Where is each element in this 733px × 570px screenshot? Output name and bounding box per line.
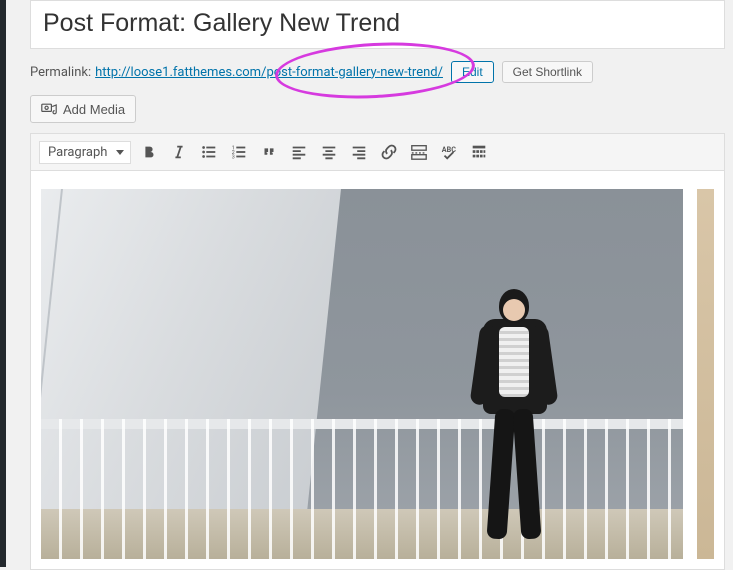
toolbar-toggle-button[interactable] bbox=[467, 140, 491, 164]
edit-permalink-button[interactable]: Edit bbox=[451, 61, 494, 83]
camera-music-icon bbox=[41, 101, 57, 117]
editor-toolbar: Paragraph 123 bbox=[31, 134, 724, 171]
block-format-value: Paragraph bbox=[48, 145, 107, 160]
insert-link-button[interactable] bbox=[377, 140, 401, 164]
permalink-label: Permalink: bbox=[30, 65, 91, 80]
image-person-shape bbox=[461, 289, 571, 549]
insert-more-button[interactable] bbox=[407, 140, 431, 164]
post-title-input[interactable] bbox=[43, 9, 712, 38]
get-shortlink-button[interactable]: Get Shortlink bbox=[502, 61, 593, 83]
bold-button[interactable] bbox=[137, 140, 161, 164]
admin-sidebar-edge bbox=[0, 0, 6, 567]
block-format-select[interactable]: Paragraph bbox=[39, 141, 131, 164]
permalink-row: Permalink: http://loose1.fatthemes.com/p… bbox=[30, 61, 725, 83]
align-center-button[interactable] bbox=[317, 140, 341, 164]
unordered-list-button[interactable] bbox=[197, 140, 221, 164]
spellcheck-button[interactable]: ABC bbox=[437, 140, 461, 164]
add-media-label: Add Media bbox=[63, 102, 125, 117]
editor-container: Paragraph 123 bbox=[30, 133, 725, 570]
permalink-url-link[interactable]: http://loose1.fatthemes.com/post-format-… bbox=[95, 65, 443, 80]
blockquote-button[interactable] bbox=[257, 140, 281, 164]
gallery-image-main[interactable] bbox=[41, 189, 683, 559]
post-title-container bbox=[30, 0, 725, 49]
editor-content-area[interactable] bbox=[31, 171, 724, 569]
ordered-list-button[interactable]: 123 bbox=[227, 140, 251, 164]
svg-text:3: 3 bbox=[232, 154, 235, 160]
add-media-button[interactable]: Add Media bbox=[30, 95, 136, 123]
italic-button[interactable] bbox=[167, 140, 191, 164]
image-railing-shape bbox=[41, 419, 683, 559]
gallery-image-next-peek[interactable] bbox=[697, 189, 714, 559]
align-left-button[interactable] bbox=[287, 140, 311, 164]
align-right-button[interactable] bbox=[347, 140, 371, 164]
